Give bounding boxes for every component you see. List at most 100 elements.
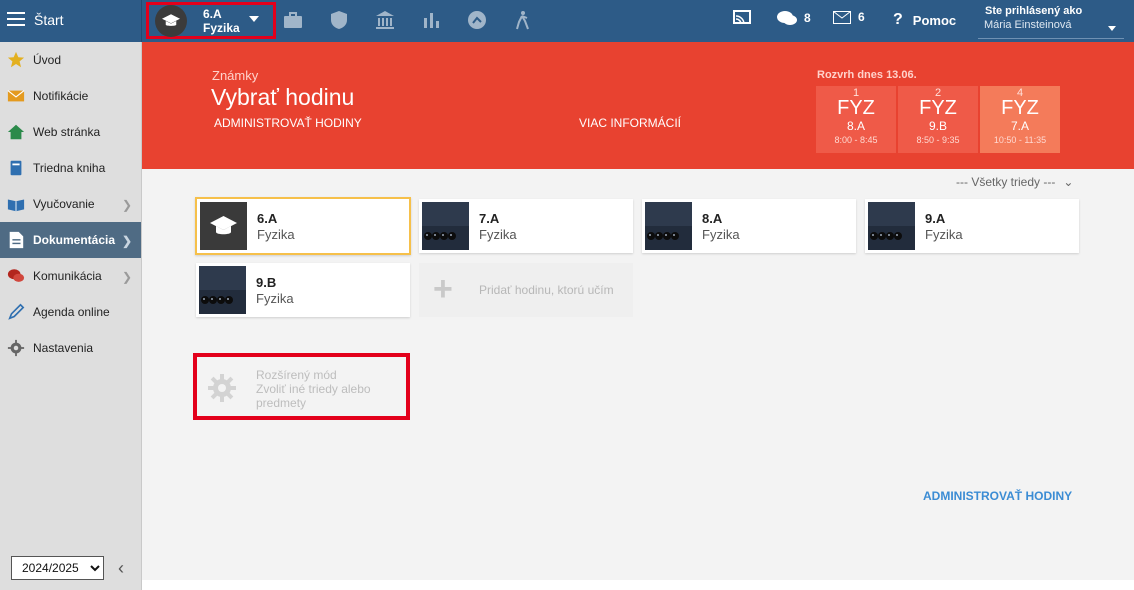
lesson-time: 8:00 - 8:45: [834, 135, 878, 145]
lesson-time: 8:50 - 9:35: [916, 135, 960, 145]
sidebar: Úvod Notifikácie Web stránka Triedna kni…: [0, 42, 142, 590]
messages-count: 8: [804, 11, 811, 25]
chat-icon: [7, 267, 25, 285]
schedule-label: Rozvrh dnes 13.06.: [817, 69, 917, 81]
sidebar-item-label: Notifikácie: [33, 89, 89, 103]
hiking-icon[interactable]: [512, 10, 534, 30]
lesson-subject: FYZ: [837, 97, 875, 119]
pen-icon: [7, 303, 25, 321]
shield-icon[interactable]: [328, 10, 350, 30]
lesson-subject: FYZ: [919, 97, 957, 119]
card-class: 7.A: [479, 211, 500, 226]
schedule-lesson[interactable]: 1 FYZ 8.A 8:00 - 8:45: [816, 86, 896, 153]
bar-chart-icon[interactable]: [420, 10, 442, 30]
sidebar-item-notifikacie[interactable]: Notifikácie: [0, 78, 141, 114]
more-info-link[interactable]: VIAC INFORMÁCIÍ: [579, 116, 681, 130]
extended-mode-button[interactable]: Rozšírený mód Zvoliť iné triedy alebo pr…: [193, 353, 410, 420]
chat-bubbles-icon: [777, 11, 797, 25]
open-book-icon: [7, 195, 25, 213]
institution-icon[interactable]: [374, 10, 396, 30]
user-menu[interactable]: Ste prihlásený ako Mária Einsteinová: [978, 3, 1124, 39]
plus-icon: +: [433, 270, 453, 308]
card-subject: Fyzika: [257, 227, 295, 242]
chevron-right-icon: ❯: [121, 234, 132, 248]
lesson-card[interactable]: 8.A Fyzika: [642, 199, 856, 253]
sidebar-item-nastavenia[interactable]: Nastavenia: [0, 330, 141, 366]
sidebar-item-vyucovanie[interactable]: Vyučovanie ❯: [0, 186, 141, 222]
help-button[interactable]: ? Pomoc: [893, 11, 956, 29]
lesson-card[interactable]: 6.A Fyzika: [195, 197, 411, 255]
administer-lessons-link[interactable]: ADMINISTROVAŤ HODINY: [214, 116, 362, 130]
sidebar-item-label: Web stránka: [33, 125, 101, 139]
card-subject: Fyzika: [925, 227, 963, 242]
lesson-card[interactable]: 9.B Fyzika: [196, 263, 410, 317]
sidebar-item-label: Komunikácia: [33, 269, 102, 283]
envelope-icon: [7, 87, 25, 105]
card-subject: Fyzika: [702, 227, 740, 242]
sidebar-item-label: Úvod: [33, 53, 62, 67]
start-link[interactable]: Štart: [34, 12, 64, 28]
messages-button[interactable]: 8: [777, 10, 811, 26]
sidebar-item-triedna-kniha[interactable]: Triedna kniha: [0, 150, 141, 186]
sidebar-item-label: Nastavenia: [33, 341, 94, 355]
gear-icon: [7, 339, 25, 357]
chevron-down-icon: ⌄: [1063, 175, 1074, 189]
schedule-lesson[interactable]: 2 FYZ 9.B 8:50 - 9:35: [898, 86, 978, 153]
page-header: Známky Vybrať hodinu ADMINISTROVAŤ HODIN…: [142, 42, 1134, 169]
mail-count: 6: [858, 10, 865, 24]
book-icon: [7, 159, 25, 177]
sidebar-item-web[interactable]: Web stránka: [0, 114, 141, 150]
page-subtitle: Známky: [212, 68, 259, 83]
chevron-down-icon: [1108, 26, 1116, 31]
sidebar-item-label: Vyučovanie: [33, 197, 95, 211]
question-icon: ?: [893, 11, 903, 28]
extended-mode-description: Zvoliť iné triedy alebo predmety: [256, 382, 371, 410]
cast-icon[interactable]: [733, 10, 751, 26]
lesson-class: 9.B: [928, 119, 947, 133]
sidebar-item-dokumentacia[interactable]: Dokumentácia ❯: [0, 222, 141, 258]
current-subject: Fyzika: [203, 20, 240, 35]
gear-icon: [208, 374, 236, 402]
user-name: Mária Einsteinová: [984, 19, 1072, 31]
card-class: 9.B: [256, 275, 277, 290]
card-subject: Fyzika: [256, 291, 294, 306]
card-subject: Fyzika: [479, 227, 517, 242]
sidebar-item-agenda[interactable]: Agenda online: [0, 294, 141, 330]
dashboard-icon[interactable]: [466, 10, 488, 30]
extended-mode-title: Rozšírený mód: [256, 368, 337, 382]
sidebar-item-uvod[interactable]: Úvod: [0, 42, 141, 78]
newtons-cradle-image: [868, 202, 915, 250]
lesson-card[interactable]: 9.A Fyzika: [865, 199, 1079, 253]
sidebar-item-label: Dokumentácia: [33, 233, 116, 247]
lesson-subject: FYZ: [1001, 97, 1039, 119]
add-lesson-label: Pridať hodinu, ktorú učím: [479, 283, 614, 297]
home-icon: [7, 123, 25, 141]
add-lesson-button[interactable]: + Pridať hodinu, ktorú učím: [419, 263, 633, 317]
envelope-icon: [833, 10, 851, 24]
school-year-select[interactable]: 2024/2025: [11, 556, 104, 580]
menu-icon[interactable]: [7, 12, 25, 26]
help-label: Pomoc: [912, 12, 957, 28]
card-class: 6.A: [257, 211, 278, 226]
newtons-cradle-image: [422, 202, 469, 250]
collapse-sidebar-icon[interactable]: ‹: [118, 558, 124, 579]
administer-lessons-bottom-link[interactable]: ADMINISTROVAŤ HODINY: [923, 489, 1072, 503]
chevron-down-icon: [249, 16, 259, 22]
class-switcher[interactable]: 6.A Fyzika: [146, 2, 276, 39]
document-icon: [7, 231, 25, 249]
newtons-cradle-image: [199, 266, 246, 314]
mail-button[interactable]: 6: [833, 10, 865, 24]
briefcase-icon[interactable]: [282, 10, 304, 30]
chevron-right-icon: ❯: [121, 198, 132, 212]
class-filter-select[interactable]: --- Všetky triedy --- ⌄: [956, 175, 1073, 189]
schedule-lesson-current[interactable]: 4 FYZ 7.A 10:50 - 11:35: [980, 86, 1060, 153]
graduation-cap-icon: [155, 4, 187, 37]
page-title: Vybrať hodinu: [211, 84, 355, 110]
current-class: 6.A: [203, 6, 222, 21]
graduation-cap-icon: [200, 202, 247, 250]
sidebar-item-komunikacia[interactable]: Komunikácia ❯: [0, 258, 141, 294]
lesson-card[interactable]: 7.A Fyzika: [419, 199, 633, 253]
lesson-time: 10:50 - 11:35: [993, 135, 1047, 145]
chevron-right-icon: ❯: [121, 270, 132, 284]
sidebar-item-label: Triedna kniha: [33, 161, 106, 175]
